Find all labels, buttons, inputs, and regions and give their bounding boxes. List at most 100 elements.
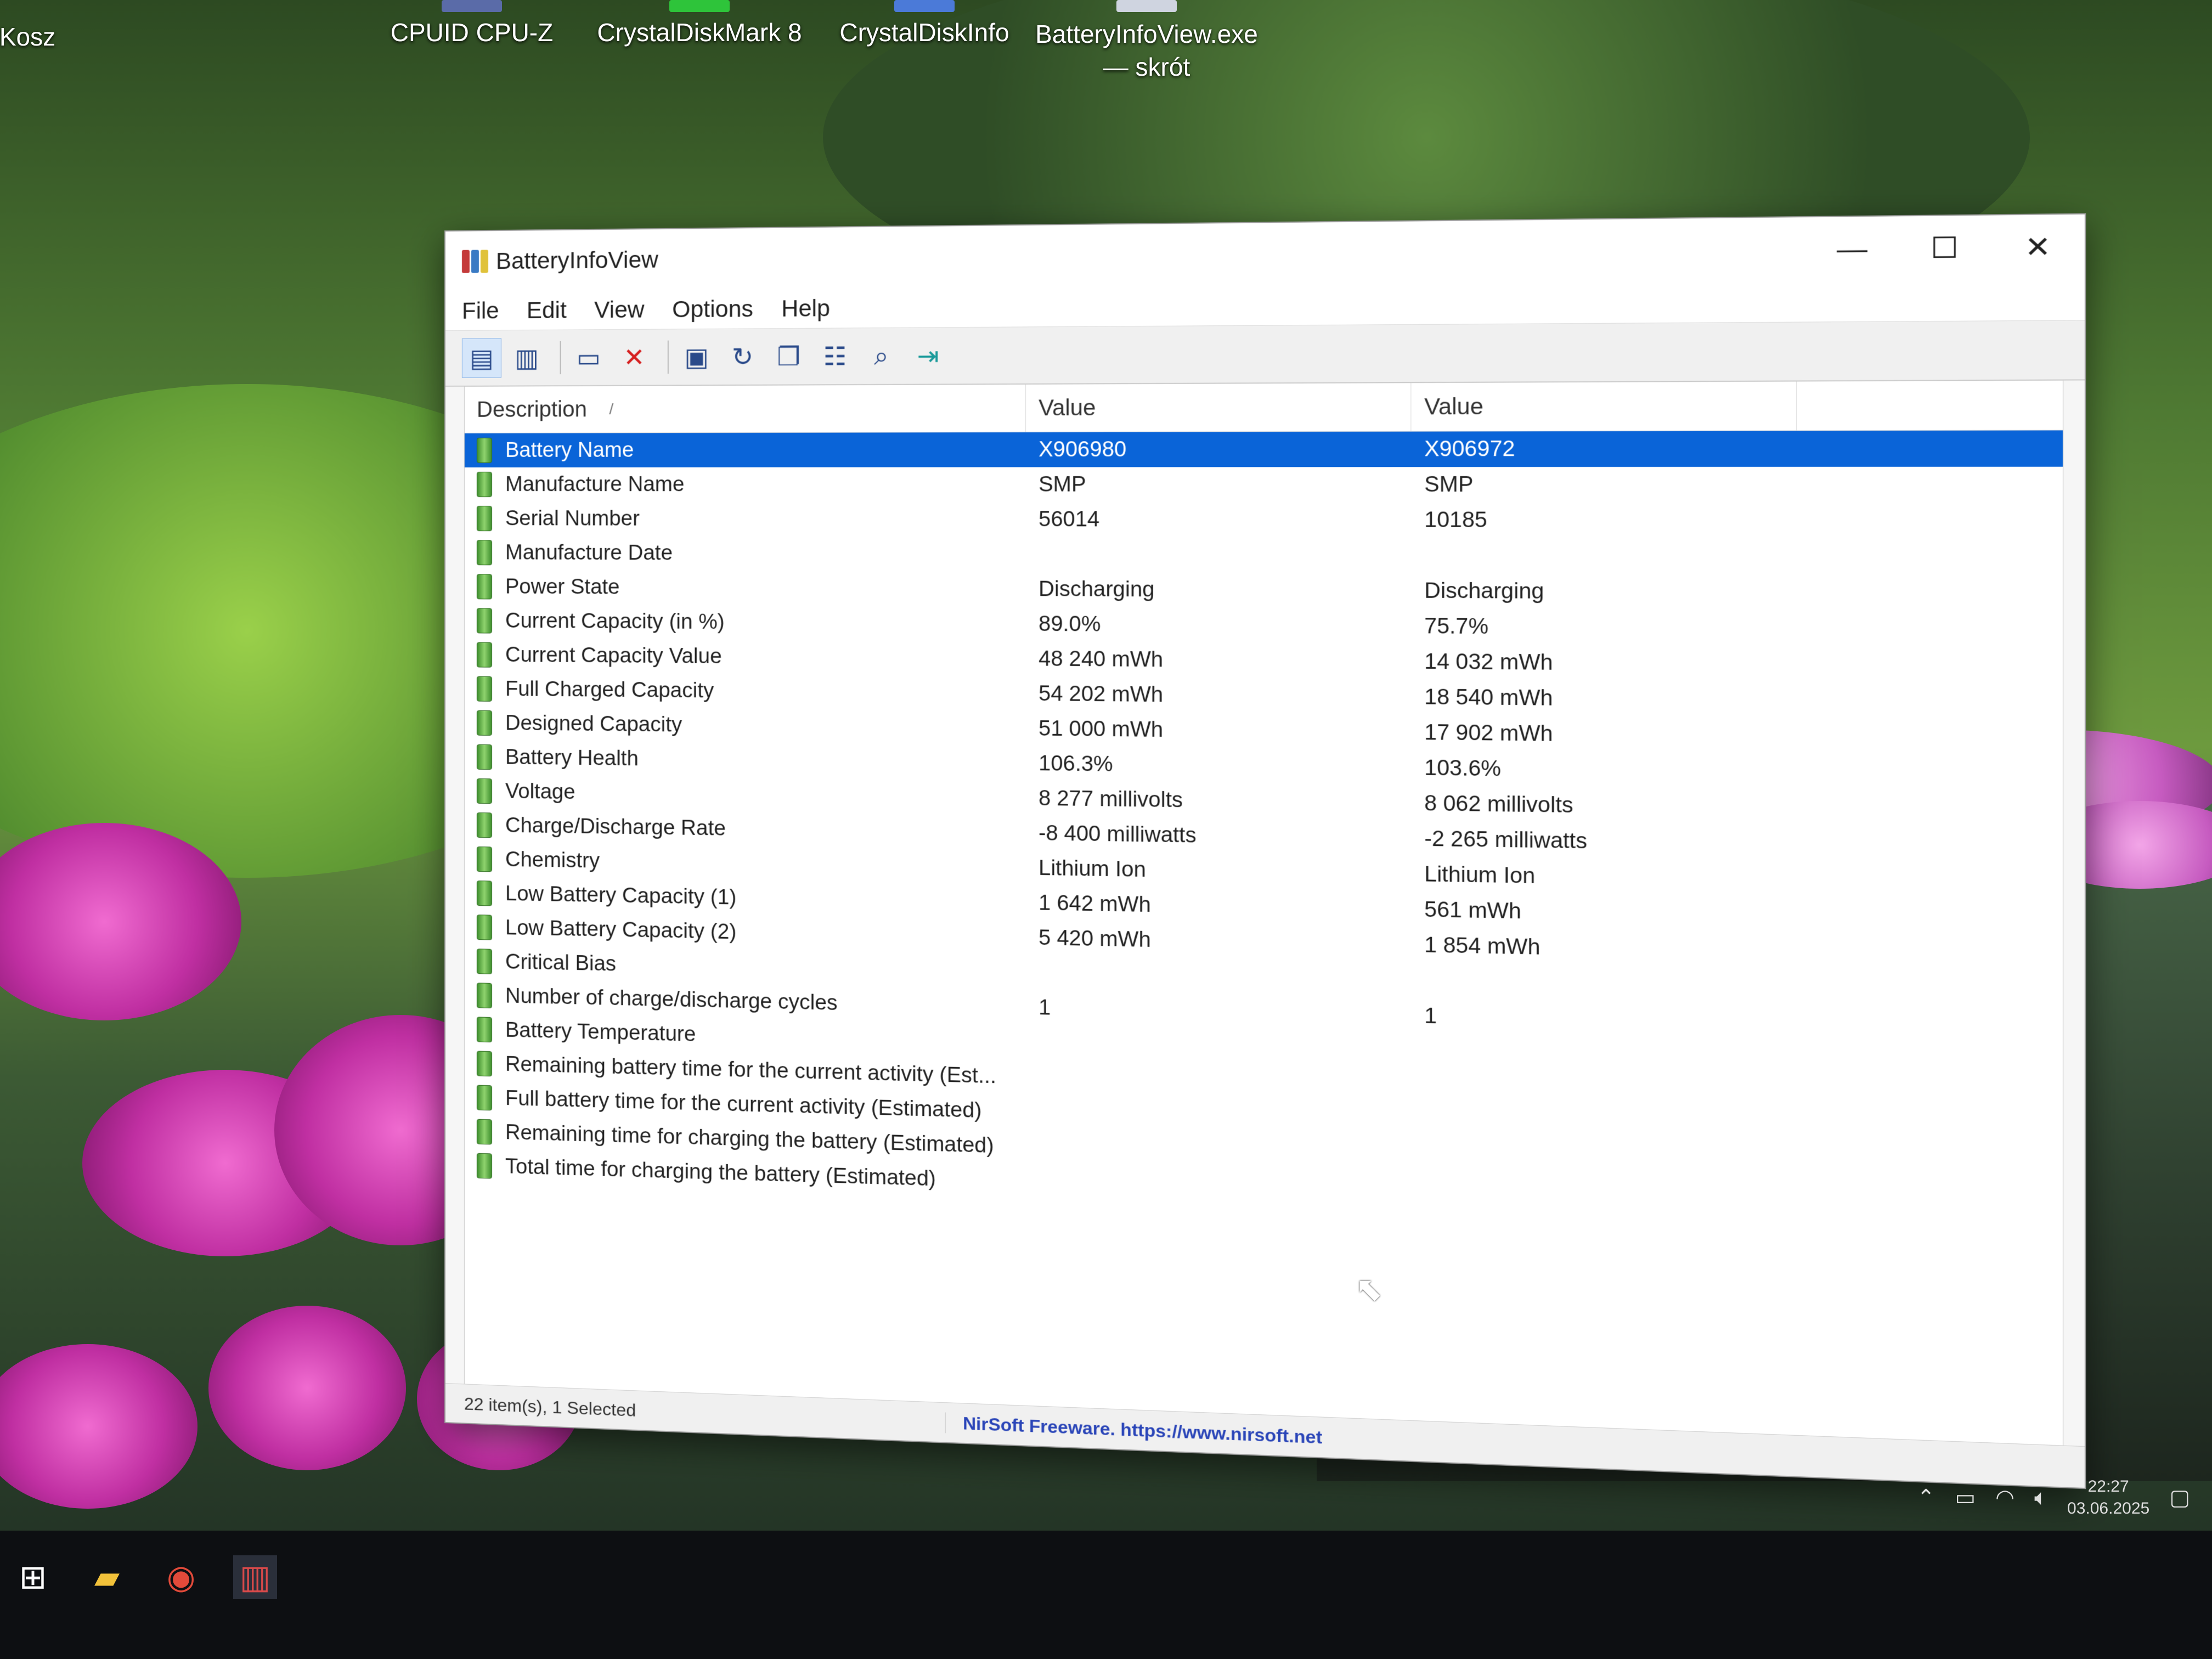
row-value-2 (1411, 980, 1797, 988)
row-value-2: 17 902 mWh (1424, 720, 1553, 746)
menu-file[interactable]: File (462, 297, 499, 324)
battery-icon (476, 1153, 492, 1179)
battery-icon (476, 540, 492, 566)
maximize-button[interactable]: ☐ (1898, 216, 1991, 281)
row-description-cell: Serial Number (465, 506, 1026, 532)
row-description: Critical Bias (505, 950, 617, 976)
chrome-icon[interactable]: ◉ (159, 1555, 203, 1599)
window-title: BatteryInfoView (495, 246, 658, 274)
battery-icon (476, 471, 492, 498)
row-description: Number of charge/discharge cycles (505, 984, 838, 1015)
battery-icon (476, 949, 492, 974)
list-body: Battery Name X906980 X906972 Manufacture Na… (464, 430, 2063, 1230)
table-row[interactable]: Manufacture Name SMP SMP (465, 467, 2063, 503)
row-value-1 (1026, 1077, 1411, 1086)
row-value-2 (1411, 1193, 1797, 1204)
system-tray: ⌃ ▭ ◠ 🔈︎ 22:27 03.06.2025 ▢ (1917, 1476, 2190, 1520)
row-value-1 (1026, 554, 1411, 555)
table-row[interactable]: Manufacture Date (465, 535, 2063, 575)
row-description-cell: Current Capacity (in %) (465, 608, 1026, 637)
copy-list-icon[interactable]: ▥ (507, 338, 546, 378)
battery-icon (476, 881, 492, 906)
battery-icon (476, 437, 492, 463)
row-description: Power State (505, 574, 620, 599)
window-icon[interactable]: ▭ (569, 337, 609, 377)
html-report-icon[interactable]: ▤ (461, 338, 501, 378)
desktop-icon-cpuz[interactable]: CPUID CPU-Z (351, 0, 592, 47)
table-row[interactable]: Serial Number 56014 10185 (465, 501, 2063, 539)
battery-icon (476, 1085, 492, 1111)
battery-icon (476, 846, 492, 872)
wallpaper-flowers (208, 1306, 406, 1470)
battery-icon (476, 642, 492, 668)
battery-icon (476, 1051, 492, 1077)
desktop-icon-crystaldiskinfo[interactable]: CrystalDiskInfo (804, 0, 1045, 47)
clock-time: 22:27 (2087, 1477, 2129, 1496)
batteryinfoview-taskbar-icon[interactable]: ▥ (233, 1555, 277, 1599)
row-value-1 (1026, 1147, 1411, 1157)
menu-help[interactable]: Help (781, 295, 830, 322)
menu-edit[interactable]: Edit (527, 297, 567, 324)
batteryinfoview-window[interactable]: BatteryInfoView — ☐ ✕ File Edit View Opt… (444, 213, 2086, 1489)
save-icon[interactable]: ▣ (676, 337, 716, 377)
desktop-icon-batteryinfoview[interactable]: BatteryInfoView.exe — skrót (1026, 0, 1267, 83)
column-header-description[interactable]: Description / (464, 384, 1026, 433)
row-value-1: 89.0% (1039, 612, 1101, 636)
row-value-2 (1411, 1087, 1797, 1096)
row-value-1: 56014 (1039, 507, 1100, 532)
row-value-2 (1411, 1158, 1797, 1169)
desktop-icon-crystaldiskmark[interactable]: CrystalDiskMark 8 (579, 0, 820, 47)
row-description-cell: Manufacture Name (465, 471, 1026, 498)
copy-icon[interactable]: ❐ (769, 336, 809, 376)
taskbar-clock[interactable]: 22:27 03.06.2025 (2067, 1476, 2149, 1520)
row-description: Serial Number (505, 506, 640, 531)
row-description-cell: Battery Health (465, 744, 1026, 776)
properties-icon[interactable]: ☷ (815, 336, 855, 377)
row-value-1: 1 (1039, 995, 1051, 1020)
row-value-1: -8 400 milliwatts (1039, 821, 1197, 848)
wifi-icon[interactable]: ◠ (1995, 1485, 2015, 1510)
row-value-2: 10185 (1424, 507, 1487, 532)
row-description: Total time for charging the battery (Est… (505, 1154, 936, 1191)
exit-icon[interactable]: ⇥ (907, 336, 949, 376)
battery-icon[interactable]: ▭ (1955, 1485, 1976, 1510)
battery-icon (476, 915, 492, 940)
nirsoft-link[interactable]: NirSoft Freeware. https://www.nirsoft.ne… (946, 1412, 1322, 1448)
chevron-up-icon[interactable]: ⌃ (1917, 1485, 1936, 1510)
battery-list-view[interactable]: Description / Value Value Battery Name X9… (464, 380, 2064, 1446)
row-value-1: 51 000 mWh (1039, 716, 1164, 742)
menu-view[interactable]: View (594, 296, 644, 323)
list-header: Description / Value Value (464, 380, 2063, 433)
desktop-icon-label: BatteryInfoView.exe — skrót (1035, 20, 1258, 81)
mouse-cursor-icon: ⬉ (1355, 1271, 1383, 1307)
row-value-2: 561 mWh (1424, 898, 1521, 924)
find-icon[interactable]: ⌕ (861, 336, 902, 376)
delete-icon[interactable]: ✕ (614, 337, 654, 377)
row-value-1 (1026, 1182, 1411, 1193)
toolbar-separator (560, 341, 561, 375)
notification-icon[interactable]: ▢ (2169, 1485, 2190, 1510)
table-row[interactable]: Battery Name X906980 X906972 (464, 430, 2063, 467)
refresh-icon[interactable]: ↻ (723, 337, 763, 377)
row-description: Chemistry (505, 848, 600, 873)
row-value-1: 48 240 mWh (1039, 647, 1164, 672)
row-value-2: 8 062 millivolts (1424, 791, 1573, 817)
column-header-value-1[interactable]: Value (1026, 383, 1412, 432)
start-icon[interactable]: ⊞ (11, 1555, 55, 1599)
row-value-2: -2 265 milliwatts (1424, 826, 1588, 854)
column-header-value-2[interactable]: Value (1411, 381, 1797, 431)
menu-options[interactable]: Options (672, 296, 753, 323)
desktop-icon-label: CrystalDiskInfo (839, 18, 1009, 47)
row-value-2: SMP (1424, 472, 1474, 496)
desktop-icon-recycle-bin[interactable]: Kosz (0, 22, 148, 52)
row-description: Manufacture Name (505, 472, 685, 496)
row-description-cell: Battery Name (465, 437, 1026, 463)
minimize-button[interactable]: — (1806, 216, 1898, 281)
row-value-2 (1411, 1122, 1797, 1132)
battery-icon (476, 1119, 492, 1145)
volume-icon[interactable]: 🔈︎ (2034, 1486, 2047, 1510)
wallpaper-flowers (0, 1344, 198, 1509)
close-button[interactable]: ✕ (1991, 215, 2085, 280)
file-explorer-icon[interactable]: ▰ (85, 1555, 129, 1599)
row-value-1: 8 277 millivolts (1039, 786, 1183, 812)
